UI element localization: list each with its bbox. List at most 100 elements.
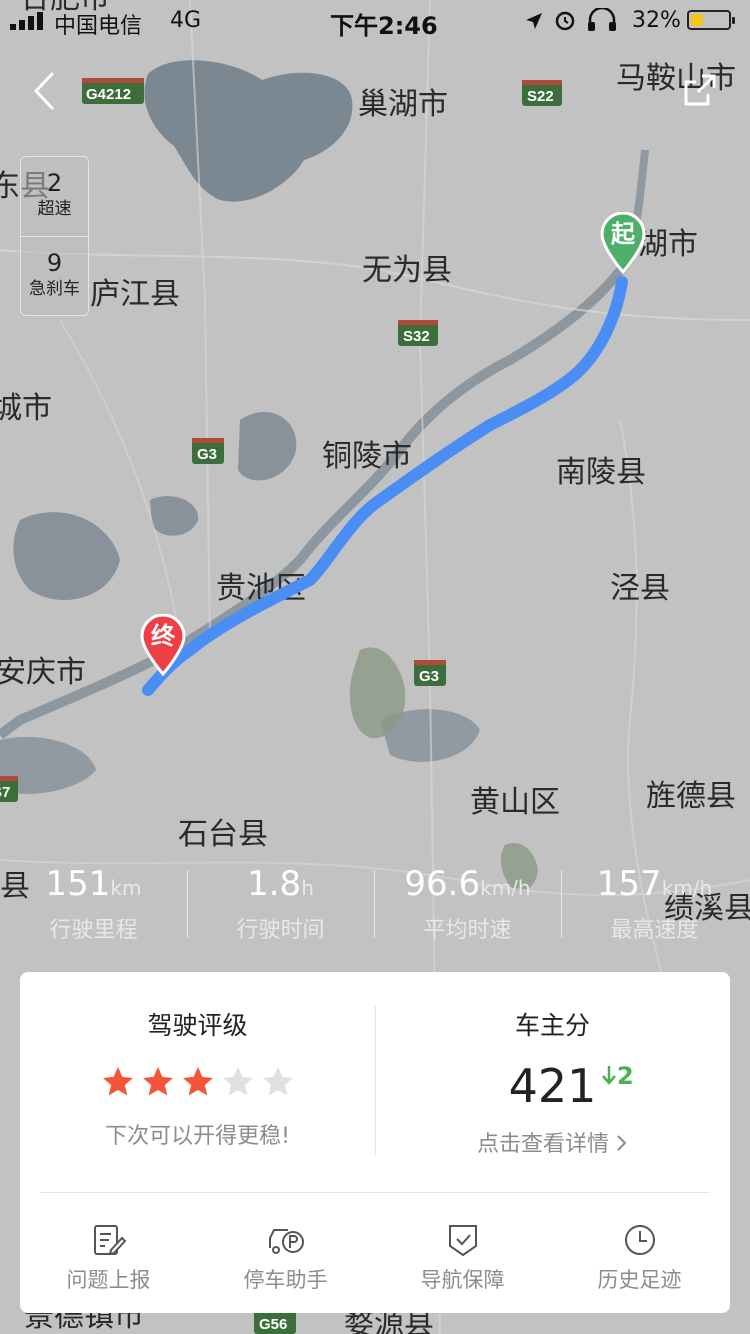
event-label: 急刹车 [29,279,80,299]
stat-value: 157 [596,864,662,904]
history-footprint-button[interactable]: 历史足迹 [551,1194,728,1313]
clock-icon [624,1225,655,1255]
status-bar: 中国电信 4G 下午2:46 32% [0,0,750,42]
stat-distance: 151km 行驶里程 [0,864,187,944]
stat-value: 96.6 [404,864,481,904]
shield-check-icon [448,1225,477,1257]
map-label: 石台县 [178,818,268,851]
svg-text:S7: S7 [0,784,10,801]
score-title: 车主分 [514,1011,590,1040]
road-shield: S22 [522,80,562,106]
start-marker[interactable]: 起 [600,212,646,274]
rating-tip: 下次可以开得更稳! [105,1124,290,1149]
action-label: 停车助手 [243,1268,328,1292]
back-button[interactable] [22,66,66,116]
road-shield: G3 [192,438,224,464]
map-label: 泾县 [610,572,670,605]
network-type: 4G [170,8,202,33]
stat-label: 行驶时间 [236,918,325,943]
battery-percent: 32% [632,8,681,33]
road-shield: G3 [414,660,446,686]
svg-text:S32: S32 [403,328,430,345]
location-arrow-icon [526,13,542,29]
navigation-protection-button[interactable]: 导航保障 [374,1194,551,1313]
divider [40,1192,710,1193]
stat-value: 151 [45,864,111,904]
star-empty-icon [262,1067,293,1096]
report-issue-button[interactable]: 问题上报 [20,1194,197,1313]
battery-level [691,14,703,26]
score-delta-value: 2 [617,1062,634,1090]
share-export-icon [684,74,716,106]
event-count: 2 [46,169,63,197]
map-label: 南陵县 [556,456,646,489]
svg-text:G56: G56 [259,1316,287,1333]
battery-icon [687,10,735,30]
stat-duration: 1.8h 行驶时间 [187,864,374,944]
stat-value: 1.8 [247,864,302,904]
driving-rating[interactable]: 驾驶评级 下次可以开得更稳! [20,972,375,1182]
map-label: 无为县 [362,254,452,287]
stat-max-speed: 157km/h 最高速度 [561,864,748,944]
carrier-name: 中国电信 [54,14,143,39]
report-edit-icon [93,1225,126,1256]
star-filled-icon [182,1067,213,1096]
map-label: 旌德县 [646,780,736,813]
star-filled-icon [102,1067,133,1096]
road-shield: G4212 [82,78,144,104]
action-label: 历史足迹 [597,1268,682,1292]
share-button[interactable] [680,70,720,110]
map-label: 黄山区 [470,786,560,819]
trip-stats: 151km 行驶里程 1.8h 行驶时间 96.6km/h 平均时速 157km… [0,864,750,944]
stat-unit: km/h [661,876,713,900]
driving-events-panel: 2 超速 9 急刹车 [20,156,89,316]
action-label: 问题上报 [66,1268,151,1292]
parking-car-icon [268,1229,304,1254]
map-label: 桐城市 [0,392,52,425]
stat-label: 行驶里程 [49,918,138,943]
star-empty-icon [222,1067,253,1096]
map-label: 庐江县 [90,278,180,311]
stat-label: 平均时速 [423,918,512,943]
end-marker-label: 终 [151,622,175,650]
event-label: 超速 [37,199,72,219]
driving-summary-card: 驾驶评级 下次可以开得更稳! 车主分 421 2 点击查看详情 问题上报 停车助… [20,972,730,1313]
stat-label: 最高速度 [610,918,699,943]
clock: 下午2:46 [330,12,438,40]
map-label: 安庆市 [0,656,86,689]
stat-unit: h [301,876,314,900]
arrow-down-icon [602,1066,616,1085]
chevron-left-icon [34,72,54,110]
svg-text:G3: G3 [197,446,217,463]
end-marker[interactable]: 终 [140,614,186,676]
stat-unit: km/h [480,876,531,900]
start-marker-label: 起 [611,220,635,248]
score-delta: 2 [601,1046,634,1106]
rating-title: 驾驶评级 [147,1011,248,1040]
alarm-icon [555,11,575,31]
road-shield: S7 [0,776,18,802]
event-count: 9 [46,249,63,277]
event-hard-brake[interactable]: 9 急刹车 [21,236,88,316]
score-value: 421 [508,1059,597,1113]
score-details-link[interactable]: 点击查看详情 [375,1126,730,1158]
action-label: 导航保障 [420,1268,505,1292]
svg-text:G4212: G4212 [86,86,131,103]
map-label: 铜陵市 [322,440,412,473]
stat-unit: km [110,876,142,900]
parking-assistant-button[interactable]: 停车助手 [197,1194,374,1313]
rating-stars [20,1064,375,1104]
owner-score[interactable]: 车主分 421 2 点击查看详情 [375,972,730,1182]
chevron-right-icon [617,1135,627,1151]
road-shield: S32 [398,320,438,346]
svg-text:S22: S22 [527,88,554,105]
signal-icon [10,12,43,30]
score-details-text: 点击查看详情 [476,1132,609,1157]
star-filled-icon [142,1067,173,1096]
action-bar: 问题上报 停车助手 导航保障 历史足迹 [20,1194,730,1313]
event-overspeed[interactable]: 2 超速 [21,157,88,236]
headphones-icon [588,8,616,31]
map-label: 巢湖市 [358,88,448,121]
svg-text:G3: G3 [419,668,439,685]
stat-avg-speed: 96.6km/h 平均时速 [374,864,561,944]
